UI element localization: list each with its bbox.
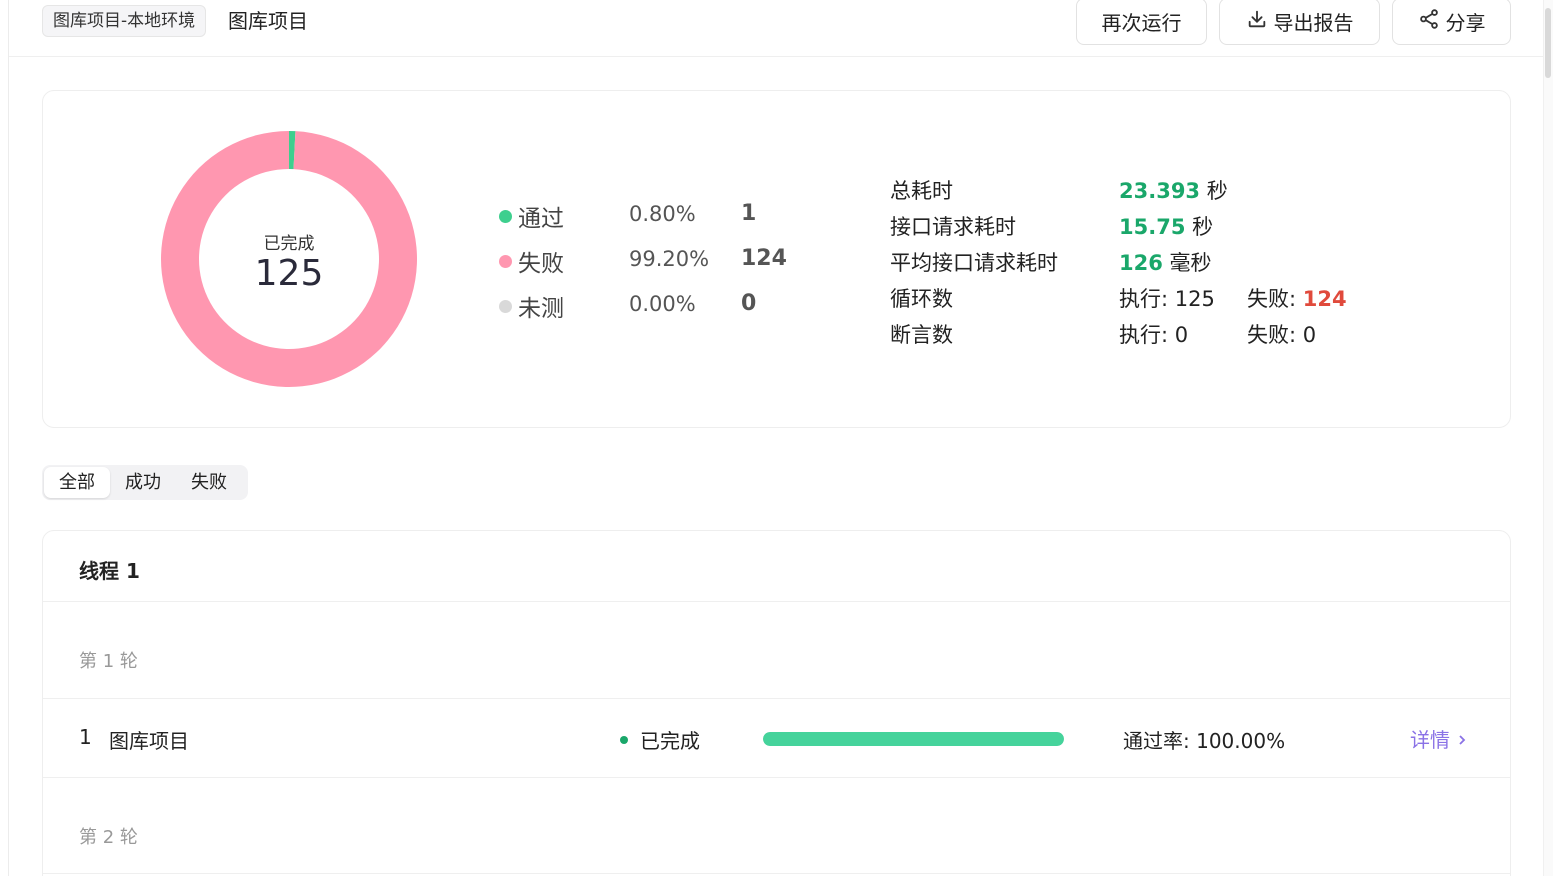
- task-progress-bar: [763, 732, 1064, 746]
- donut-center: 已完成 125: [161, 131, 417, 387]
- detail-link-label: 详情: [1410, 728, 1450, 752]
- legend-dot-untested: [499, 300, 512, 313]
- task-progress-fill: [763, 732, 1064, 746]
- metric-assertions: 断言数 执行: 0 失败: 0: [890, 315, 1390, 351]
- task-status: 已完成: [640, 729, 700, 753]
- assertions-failed: 失败: 0: [1247, 323, 1317, 347]
- scrollbar-thumb[interactable]: [1545, 8, 1551, 78]
- task-index: 1: [79, 725, 92, 749]
- task-name: 图库项目: [109, 729, 189, 753]
- legend-name: 未测: [518, 296, 564, 322]
- rerun-button-label: 再次运行: [1101, 11, 1182, 35]
- legend-item-untested: 未测 0.00% 0: [498, 285, 818, 330]
- task-row: 1 图库项目 已完成 通过率: 100.00% 详情: [43, 699, 1510, 777]
- donut-label: 已完成: [263, 233, 315, 254]
- loops-executed: 执行: 125: [1119, 287, 1215, 311]
- api-time-value: 15.75: [1119, 215, 1186, 239]
- total-time-value: 23.393: [1119, 179, 1201, 203]
- loops-failed-value: 124: [1302, 287, 1347, 311]
- share-label: 分享: [1445, 11, 1486, 35]
- metric-label: 接口请求耗时: [890, 215, 1016, 239]
- legend-percentage: 99.20%: [629, 247, 710, 271]
- left-border: [8, 0, 9, 876]
- total-time-unit: 秒: [1206, 179, 1228, 203]
- environment-tag: 图库项目-本地环境: [42, 5, 207, 37]
- divider: [43, 601, 1510, 602]
- metric-label: 平均接口请求耗时: [890, 251, 1058, 275]
- api-time-unit: 秒: [1192, 215, 1214, 239]
- task-pass-rate: 通过率: 100.00%: [1123, 729, 1286, 753]
- legend-count: 0: [741, 291, 757, 316]
- share-button[interactable]: 分享: [1392, 0, 1511, 45]
- rerun-button[interactable]: 再次运行: [1076, 0, 1207, 45]
- assertions-executed: 执行: 0: [1119, 323, 1189, 347]
- vertical-scrollbar[interactable]: [1543, 0, 1553, 876]
- loops-failed-label: 失败:: [1247, 287, 1303, 311]
- legend-item-pass: 通过 0.80% 1: [498, 195, 818, 240]
- project-name: 图库项目: [228, 9, 308, 33]
- metric-value: 126 毫秒: [1119, 247, 1212, 277]
- chevron-right-icon: [1456, 727, 1468, 751]
- result-legend: 通过 0.80% 1 失败 99.20% 124 未测 0.00% 0: [498, 195, 818, 330]
- status-dot: [620, 736, 628, 744]
- metrics-panel: 总耗时 23.393 秒 接口请求耗时 15.75 秒 平均接口请求耗时 126…: [890, 171, 1390, 351]
- download-icon: [1246, 8, 1268, 35]
- legend-percentage: 0.00%: [629, 292, 696, 316]
- detail-link[interactable]: 详情: [1410, 724, 1468, 753]
- legend-dot-fail: [499, 255, 512, 268]
- loops-failed: 失败: 124: [1247, 283, 1347, 313]
- metric-label: 循环数: [890, 287, 953, 311]
- legend-name: 失败: [518, 251, 564, 277]
- legend-percentage: 0.80%: [629, 202, 696, 226]
- round-label: 第 1 轮: [79, 651, 138, 672]
- metric-value: 15.75 秒: [1119, 211, 1213, 241]
- metric-value: 23.393 秒: [1119, 175, 1228, 205]
- avg-api-time-value: 126: [1119, 251, 1163, 275]
- summary-card: 已完成 125 通过 0.80% 1 失败 99.20% 124 未测 0.00…: [42, 90, 1511, 428]
- metric-loops: 循环数 执行: 125 失败: 124: [890, 279, 1390, 315]
- metric-label: 总耗时: [890, 179, 953, 203]
- thread-title: 线程 1: [79, 559, 140, 583]
- metric-api-time: 接口请求耗时 15.75 秒: [890, 207, 1390, 243]
- legend-dot-pass: [499, 210, 512, 223]
- avg-api-time-unit: 毫秒: [1169, 251, 1212, 275]
- metric-label: 断言数: [890, 323, 953, 347]
- legend-count: 124: [741, 246, 787, 271]
- share-icon: [1418, 8, 1440, 35]
- metric-avg-api-time: 平均接口请求耗时 126 毫秒: [890, 243, 1390, 279]
- legend-name: 通过: [518, 206, 564, 232]
- tab-success[interactable]: 成功: [110, 467, 176, 498]
- divider: [43, 873, 1510, 874]
- export-report-button[interactable]: 导出报告: [1219, 0, 1380, 45]
- tab-failed[interactable]: 失败: [176, 467, 242, 498]
- donut-count: 125: [254, 252, 324, 294]
- result-filter-tabs: 全部 成功 失败: [42, 465, 248, 500]
- round-label: 第 2 轮: [79, 827, 138, 848]
- legend-count: 1: [741, 201, 757, 226]
- divider: [43, 777, 1510, 778]
- metric-total-time: 总耗时 23.393 秒: [890, 171, 1390, 207]
- thread-card: 线程 1 第 1 轮 1 图库项目 已完成 通过率: 100.00% 详情 第 …: [42, 530, 1511, 876]
- tab-all[interactable]: 全部: [44, 467, 110, 498]
- legend-item-fail: 失败 99.20% 124: [498, 240, 818, 285]
- report-header: 图库项目-本地环境 图库项目 再次运行 导出报告 分享: [9, 0, 1543, 57]
- export-report-label: 导出报告: [1273, 11, 1354, 35]
